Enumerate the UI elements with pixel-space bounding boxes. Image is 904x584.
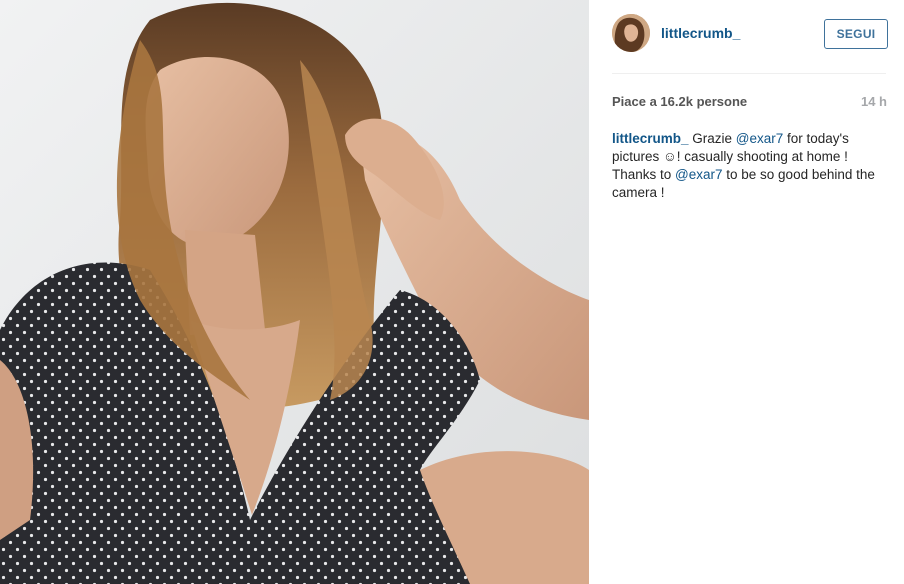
caption-username[interactable]: littlecrumb_: [612, 131, 689, 146]
caption-text-1: Grazie: [688, 131, 736, 146]
photo-image: [0, 0, 589, 584]
post-photo[interactable]: [0, 0, 589, 584]
avatar-image: [612, 14, 650, 52]
follow-button[interactable]: SEGUI: [824, 19, 888, 49]
post-caption: littlecrumb_ Grazie @exar7 for today's p…: [612, 130, 887, 202]
post-header: littlecrumb_ SEGUI: [612, 14, 892, 54]
header-divider: [612, 73, 886, 74]
likes-count[interactable]: Piace a 16.2k persone: [612, 94, 747, 109]
username-link[interactable]: littlecrumb_: [661, 25, 740, 41]
caption-mention-1[interactable]: @exar7: [736, 131, 783, 146]
post-timestamp[interactable]: 14 h: [861, 94, 887, 109]
instagram-post: littlecrumb_ SEGUI Piace a 16.2k persone…: [0, 0, 904, 584]
profile-avatar[interactable]: [612, 14, 650, 52]
caption-mention-2[interactable]: @exar7: [675, 167, 722, 182]
post-details: littlecrumb_ SEGUI Piace a 16.2k persone…: [589, 0, 904, 584]
